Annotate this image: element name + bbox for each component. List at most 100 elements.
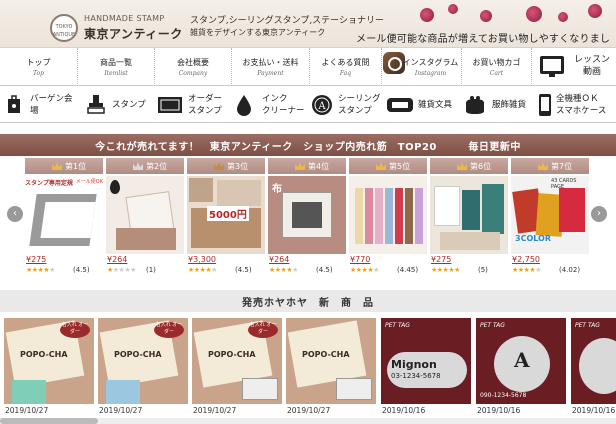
ranking-carousel: 第1位 スタンプ専用定規 メール便OK ¥275 ★★★★★ (4.5) 第2位… xyxy=(0,158,616,282)
nav-instagram[interactable]: インスタグラム Instagram xyxy=(400,48,462,86)
main-nav: トップ Top 商品一覧 Itemlist 会社概要 Company お支払い・… xyxy=(0,48,616,86)
seal-icon: A xyxy=(310,94,334,116)
product-price[interactable]: ¥264 xyxy=(269,255,289,264)
lesson-video-link[interactable]: レッスン 動画 xyxy=(569,54,615,78)
nav-label: 会社概要 xyxy=(177,58,209,67)
horizontal-scrollbar[interactable] xyxy=(0,418,616,424)
release-date: 2019/10/16 xyxy=(572,406,616,415)
product-badge: 布 xyxy=(272,184,282,195)
rank-tag: 第5位 xyxy=(349,158,427,174)
nav-cart[interactable]: お買い物カゴ Cart xyxy=(462,48,532,86)
rating-value: (4.5) xyxy=(235,266,252,274)
product-tag: PET TAG xyxy=(385,322,410,329)
category-bar: バーゲン会場 スタンプ オーダー スタンプ インク クリーナー A シーリング … xyxy=(0,87,616,123)
lesson-line1: レッスン xyxy=(573,55,610,65)
product-image[interactable]: POPO-CHA 名入れ オーダー xyxy=(4,318,94,404)
product-image[interactable] xyxy=(349,176,427,254)
logo-badge[interactable]: TOKYO ANTIQUE xyxy=(50,14,78,42)
new-arrivals-title: 発売ホヤホヤ 新 商 品 xyxy=(242,298,374,309)
category-goods[interactable]: 雑貨文具 xyxy=(386,87,462,123)
nav-sublabel: Top xyxy=(33,70,44,77)
product-image[interactable]: 布 xyxy=(268,176,346,254)
product-price[interactable]: ¥3,300 xyxy=(188,255,216,264)
nav-sublabel: Company xyxy=(178,70,208,77)
nav-sublabel: Cart xyxy=(489,70,504,77)
product-image[interactable]: PET TAG xyxy=(571,318,616,404)
rating-value: (4.5) xyxy=(316,266,333,274)
product-image[interactable]: POPO-CHA 名入れ オーダー xyxy=(192,318,282,404)
nav-label: トップ xyxy=(26,58,51,67)
product-price[interactable]: ¥264 xyxy=(107,255,127,264)
star-rating: ★★★★★ xyxy=(512,266,541,274)
category-phone-case[interactable]: 全機種ＯＫ スマホケース xyxy=(536,87,616,123)
product-image[interactable]: 5000円 xyxy=(187,176,265,254)
rank-number: 第1位 xyxy=(65,162,87,171)
category-sealing-stamp[interactable]: A シーリング スタンプ xyxy=(310,87,386,123)
stamp-subtext: 03-1234-5678 xyxy=(391,372,441,380)
rank-number: 第3位 xyxy=(227,162,249,171)
nav-sublabel: Payment xyxy=(257,70,284,77)
nav-label: よくある質問 xyxy=(321,58,370,67)
stamp-text: POPO-CHA xyxy=(114,350,162,359)
star-rating: ★★★★★ xyxy=(26,266,55,274)
rating-value: (1) xyxy=(146,266,156,274)
product-image[interactable] xyxy=(106,176,184,254)
stamp-text: Mignon xyxy=(391,358,437,371)
product-badge: 名入れ オーダー xyxy=(60,322,90,338)
stamp-text: POPO-CHA xyxy=(302,350,350,359)
product-image[interactable]: スタンプ専用定規 メール便OK xyxy=(25,176,103,254)
star-rating: ★★★★★ xyxy=(107,266,136,274)
rating-value: (4.45) xyxy=(397,266,419,274)
category-label: インク クリーナー xyxy=(262,94,305,116)
product-image[interactable]: 43 CARDS PAGE 3COLOR xyxy=(511,176,589,254)
category-stamp[interactable]: スタンプ xyxy=(86,87,148,123)
rank-tag: 第6位 xyxy=(430,158,508,174)
category-label: スタンプ xyxy=(112,100,146,110)
scrollbar-thumb[interactable] xyxy=(0,418,98,424)
nav-itemlist[interactable]: 商品一覧 Itemlist xyxy=(78,48,155,86)
product-price[interactable]: ¥275 xyxy=(431,255,451,264)
order-stamp-icon xyxy=(156,94,184,116)
ink-drop-icon xyxy=(234,94,254,116)
release-date: 2019/10/27 xyxy=(5,406,49,415)
rank-number: 第5位 xyxy=(389,162,411,171)
logo-subtitle: HANDMADE STAMP xyxy=(84,14,165,23)
product-price[interactable]: ¥2,750 xyxy=(512,255,540,264)
category-label: バーゲン会場 xyxy=(30,94,73,116)
product-badge: 5000円 xyxy=(207,206,249,221)
product-tag: PET TAG xyxy=(480,322,505,329)
nav-payment[interactable]: お支払い・送料 Payment xyxy=(232,48,310,86)
rank-number: 第2位 xyxy=(146,162,168,171)
category-order-stamp[interactable]: オーダー スタンプ xyxy=(156,87,226,123)
product-image[interactable]: POPO-CHA 名入れ オーダー xyxy=(98,318,188,404)
svg-text:A: A xyxy=(317,101,326,112)
nav-top[interactable]: トップ Top xyxy=(0,48,78,86)
crown-icon xyxy=(52,162,62,170)
product-image[interactable]: PET TAG Mignon 03-1234-5678 xyxy=(381,318,471,404)
product-image[interactable] xyxy=(430,176,508,254)
category-label: シーリング スタンプ xyxy=(338,94,381,116)
category-ink[interactable]: インク クリーナー xyxy=(234,87,305,123)
category-label: 雑貨文具 xyxy=(418,100,453,110)
rating-value: (4.02) xyxy=(559,266,581,274)
product-price[interactable]: ¥275 xyxy=(26,255,46,264)
product-badge: 3COLOR xyxy=(515,234,552,243)
ranking-title: 今これが売れてます！ 東京アンティーク ショップ内売れ筋 TOP20 毎日更新中 xyxy=(95,142,521,153)
product-price[interactable]: ¥770 xyxy=(350,255,370,264)
product-image[interactable]: POPO-CHA xyxy=(286,318,376,404)
logo-title[interactable]: 東京アンティーク xyxy=(84,25,183,42)
product-image[interactable]: PET TAG A 090-1234-5678 xyxy=(476,318,566,404)
category-label: 服飾雑貨 xyxy=(492,100,527,110)
tv-icon[interactable] xyxy=(540,56,564,77)
rank-tag: 第7位 xyxy=(511,158,589,174)
release-date: 2019/10/16 xyxy=(382,406,426,415)
nav-label: 商品一覧 xyxy=(100,58,132,67)
star-rating: ★★★★★ xyxy=(188,266,217,274)
nav-faq[interactable]: よくある質問 Faq xyxy=(310,48,382,86)
category-bargain[interactable]: バーゲン会場 xyxy=(4,87,76,123)
rating-value: (5) xyxy=(478,266,488,274)
tape-icon xyxy=(386,94,414,116)
category-fashion[interactable]: 服飾雑貨 xyxy=(462,87,534,123)
nav-company[interactable]: 会社概要 Company xyxy=(155,48,232,86)
stamp-text: POPO-CHA xyxy=(20,350,68,359)
